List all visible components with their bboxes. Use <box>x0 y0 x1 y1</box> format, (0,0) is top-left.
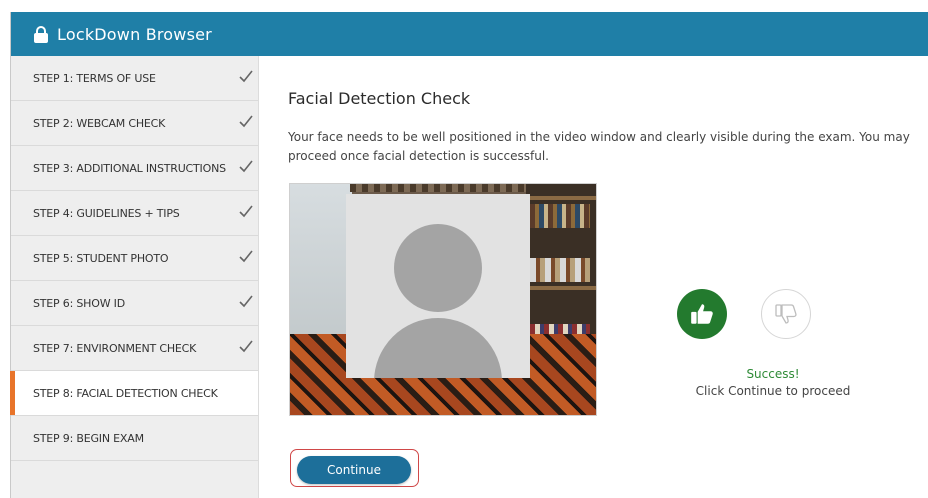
lockdown-browser-window: LockDown Browser STEP 1: TERMS OF USE ST… <box>10 12 928 498</box>
sidebar-step-9[interactable]: STEP 9: BEGIN EXAM <box>11 416 258 461</box>
sidebar-step-2[interactable]: STEP 2: WEBCAM CHECK <box>11 101 258 146</box>
sidebar-step-6[interactable]: STEP 6: SHOW ID <box>11 281 258 326</box>
checkmark-icon <box>239 115 253 128</box>
thumbs-up-icon <box>691 304 713 324</box>
sidebar-step-1[interactable]: STEP 1: TERMS OF USE <box>11 56 258 101</box>
checkmark-icon <box>239 250 253 263</box>
thumbs-up-button[interactable] <box>677 289 727 339</box>
detection-status: Success! Click Continue to proceed <box>673 366 873 400</box>
step-label: STEP 4: GUIDELINES + TIPS <box>33 206 180 220</box>
main-content: Facial Detection Check Your face needs t… <box>288 56 928 498</box>
success-message: Success! <box>746 367 800 381</box>
page-title: Facial Detection Check <box>288 89 471 108</box>
sidebar-step-5[interactable]: STEP 5: STUDENT PHOTO <box>11 236 258 281</box>
lock-icon <box>34 25 48 43</box>
step-label: STEP 7: ENVIRONMENT CHECK <box>33 341 197 355</box>
avatar-body <box>374 318 502 378</box>
sidebar-step-3[interactable]: STEP 3: ADDITIONAL INSTRUCTIONS <box>11 146 258 191</box>
face-placeholder-avatar <box>346 194 530 378</box>
step-label: STEP 8: FACIAL DETECTION CHECK <box>33 386 218 400</box>
continue-hint: Click Continue to proceed <box>695 384 851 398</box>
books <box>350 184 526 192</box>
webcam-video-window <box>289 183 597 416</box>
shelf-board <box>526 286 596 290</box>
books <box>530 204 590 228</box>
step-label: STEP 3: ADDITIONAL INSTRUCTIONS <box>33 161 226 175</box>
checkmark-icon <box>239 160 253 173</box>
checkmark-icon <box>239 295 253 308</box>
title-bar: LockDown Browser <box>11 12 928 56</box>
step-label: STEP 1: TERMS OF USE <box>33 71 156 85</box>
continue-button[interactable]: Continue <box>297 456 411 484</box>
books <box>530 258 590 282</box>
sidebar-step-4[interactable]: STEP 4: GUIDELINES + TIPS <box>11 191 258 236</box>
step-label: STEP 6: SHOW ID <box>33 296 125 310</box>
step-label: STEP 9: BEGIN EXAM <box>33 431 144 445</box>
checkmark-icon <box>239 70 253 83</box>
sidebar-step-7[interactable]: STEP 7: ENVIRONMENT CHECK <box>11 326 258 371</box>
instructions-text: Your face needs to be well positioned in… <box>288 130 910 163</box>
app-title: LockDown Browser <box>57 24 212 44</box>
thumbs-down-button[interactable] <box>761 289 811 339</box>
steps-sidebar: STEP 1: TERMS OF USE STEP 2: WEBCAM CHEC… <box>10 56 259 498</box>
avatar-head <box>394 224 482 312</box>
thumbs-down-icon <box>775 304 797 324</box>
checkmark-icon <box>239 205 253 218</box>
step-label: STEP 2: WEBCAM CHECK <box>33 116 166 130</box>
sidebar-step-8[interactable]: STEP 8: FACIAL DETECTION CHECK <box>10 371 258 416</box>
window-top-edge <box>0 0 928 12</box>
step-label: STEP 5: STUDENT PHOTO <box>33 251 169 265</box>
shelf-board <box>526 196 596 200</box>
checkmark-icon <box>239 340 253 353</box>
